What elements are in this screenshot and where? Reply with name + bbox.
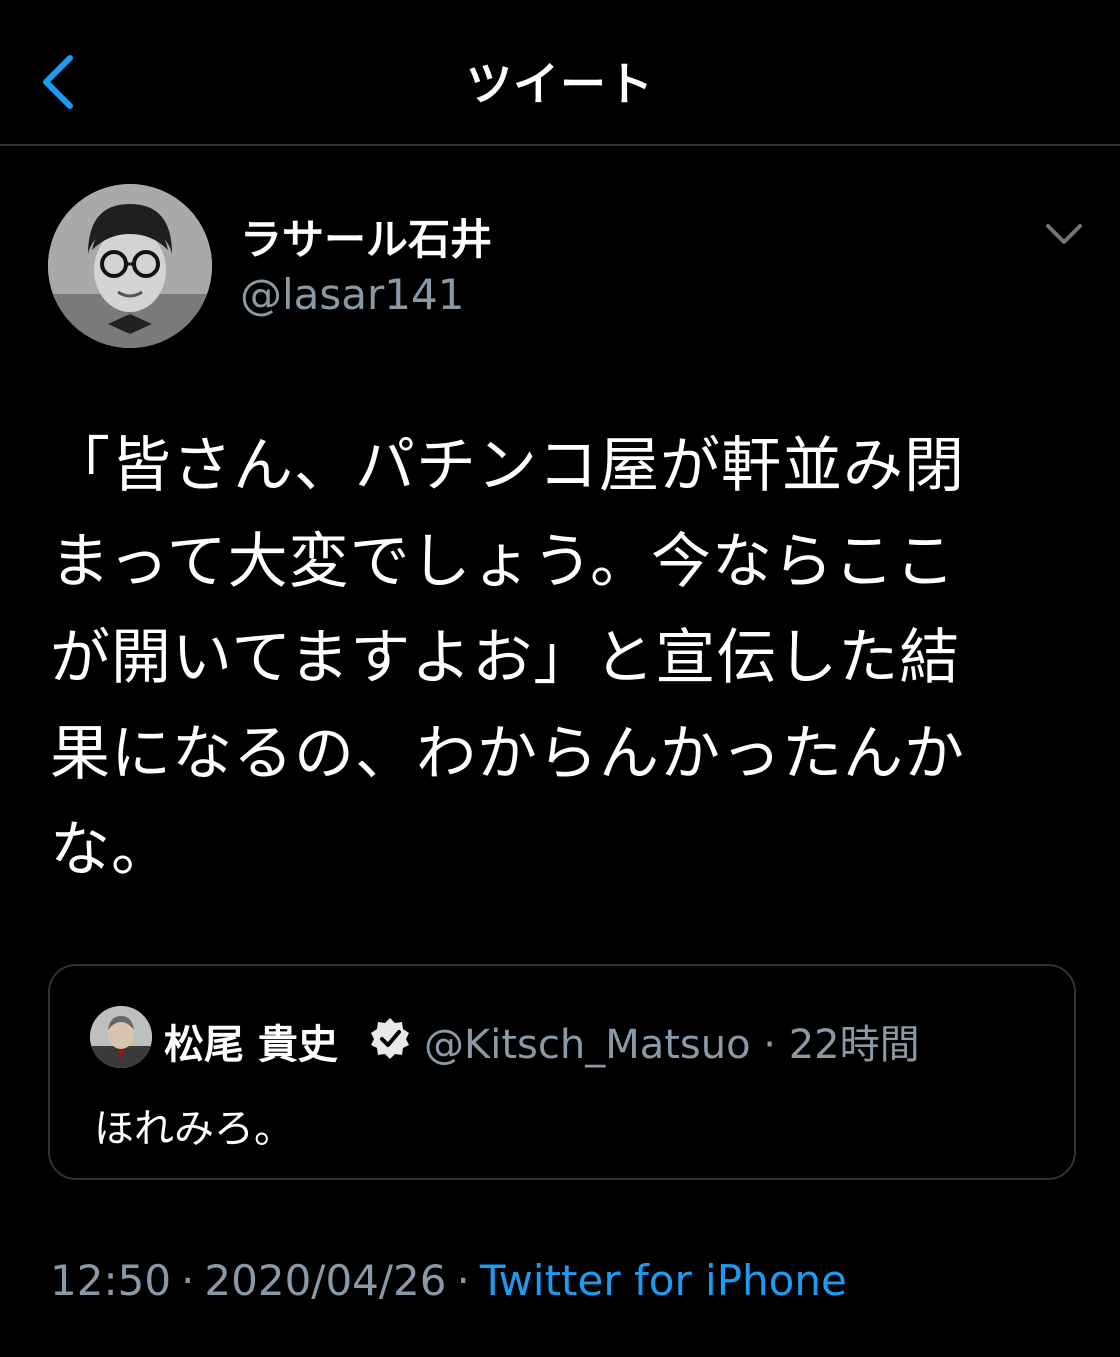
more-options-button[interactable]	[1040, 214, 1088, 254]
verified-badge-icon	[368, 1016, 412, 1060]
quoted-author-name: 松尾 貴史	[164, 1022, 338, 1068]
tweet-text-line: が開いてますよお」と宣伝した結	[50, 623, 961, 693]
author-name[interactable]: ラサール石井	[240, 206, 492, 267]
nav-header: ツイート	[0, 0, 1120, 146]
tweet-text: 「皆さん、パチンコ屋が軒並み閉 まって大変でしょう。今ならここ が開いてますよお…	[50, 418, 1040, 898]
author-avatar[interactable]	[48, 184, 212, 348]
author-handle[interactable]: @lasar141	[240, 270, 464, 319]
tweet-text-line: な。	[50, 815, 172, 885]
quoted-tweet-text: ほれみろ。	[94, 1106, 294, 1152]
page-title: ツイート	[466, 57, 654, 111]
tweet-text-line: 「皆さん、パチンコ屋が軒並み閉	[50, 431, 965, 501]
chevron-down-icon	[1046, 224, 1082, 244]
tweet-timestamp: 12:50 · 2020/04/26 · Twitter for iPhone	[50, 1256, 847, 1305]
quoted-author-meta: @Kitsch_Matsuo · 22時間	[424, 1022, 920, 1068]
separator: ·	[181, 1256, 195, 1305]
tweet-source-link[interactable]: Twitter for iPhone	[480, 1256, 847, 1305]
tweet-time: 12:50	[50, 1256, 172, 1305]
tweet-detail-screen: ツイート ラサール石井 @lasar141 「皆さん、パチンコ屋が軒並み閉 まっ…	[0, 0, 1120, 1357]
separator: ·	[456, 1256, 470, 1305]
quoted-tweet-card[interactable]: 松尾 貴史 @Kitsch_Matsuo · 22時間 ほれみろ。	[48, 964, 1076, 1180]
tweet-date: 2020/04/26	[204, 1256, 447, 1305]
tweet-text-line: 果になるの、わからんかったんか	[50, 719, 965, 789]
quoted-author-avatar	[90, 1006, 152, 1068]
tweet-text-line: まって大変でしょう。今ならここ	[50, 527, 956, 597]
